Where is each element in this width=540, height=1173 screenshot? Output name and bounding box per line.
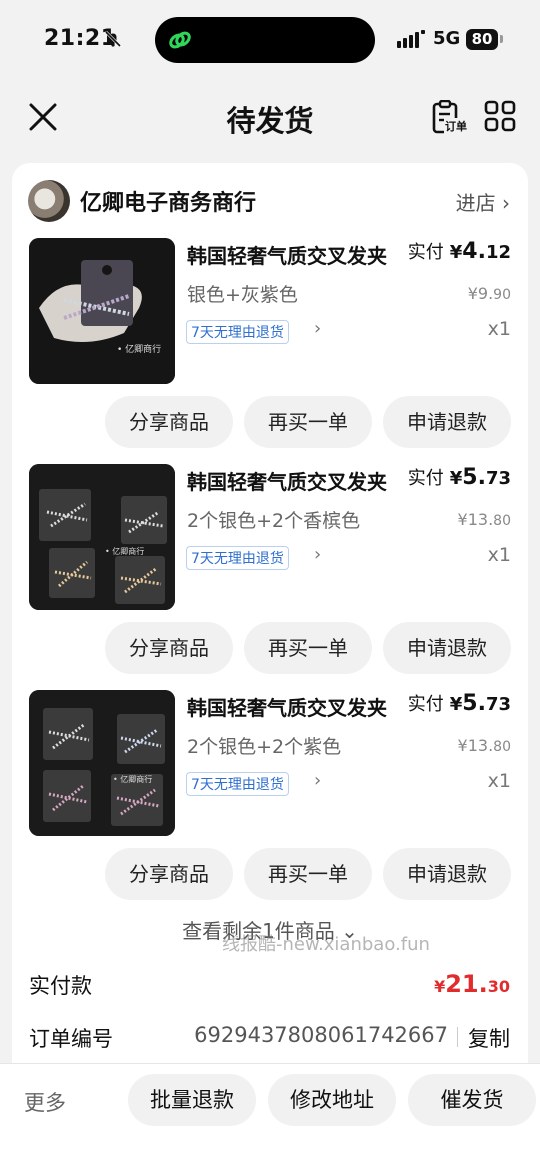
return-policy-badge[interactable]: 7天无理由退货 xyxy=(186,546,289,570)
shop-avatar[interactable] xyxy=(28,180,70,222)
order-item[interactable]: • 亿卿商行 韩国轻奢气质交叉发夹 实付 ¥5.73 2个银色+2个香槟色 ¥13… xyxy=(12,464,528,690)
share-product-button[interactable]: 分享商品 xyxy=(105,848,233,900)
product-variant: 银色+灰紫色 xyxy=(187,284,298,306)
share-product-button[interactable]: 分享商品 xyxy=(105,396,233,448)
battery-icon: 80 xyxy=(466,29,498,50)
product-title[interactable]: 韩国轻奢气质交叉发夹 xyxy=(187,240,397,269)
product-image[interactable]: • 亿卿商行 xyxy=(29,238,175,384)
paid-total-amount: ¥21.30 xyxy=(434,970,510,998)
original-price: ¥13.80 xyxy=(457,510,511,529)
paid-price: 实付 ¥5.73 xyxy=(407,465,511,490)
batch-refund-button[interactable]: 批量退款 xyxy=(128,1074,256,1126)
product-image-label: • 亿卿商行 xyxy=(105,546,144,556)
product-variant: 2个银色+2个紫色 xyxy=(187,736,342,758)
chevron-right-icon[interactable]: › xyxy=(314,544,321,565)
share-product-button[interactable]: 分享商品 xyxy=(105,622,233,674)
bottom-action-bar: 更多 批量退款 修改地址 催发货 xyxy=(0,1063,540,1173)
original-price: ¥13.80 xyxy=(457,736,511,755)
return-policy-badge[interactable]: 7天无理由退货 xyxy=(186,772,289,796)
order-number-label: 订单编号 xyxy=(29,1027,113,1051)
rebuy-button[interactable]: 再买一单 xyxy=(244,848,372,900)
paid-total-label: 实付款 xyxy=(29,974,92,998)
product-image-label: • 亿卿商行 xyxy=(117,343,161,355)
urge-shipping-button[interactable]: 催发货 xyxy=(408,1074,536,1126)
paid-price: 实付 ¥5.73 xyxy=(407,691,511,716)
order-item[interactable]: • 亿卿商行 韩国轻奢气质交叉发夹 实付 ¥5.73 2个银色+2个紫色 ¥13.… xyxy=(12,690,528,916)
battery-tip xyxy=(500,35,503,43)
product-image[interactable]: • 亿卿商行 xyxy=(29,464,175,610)
product-image-label: • 亿卿商行 xyxy=(113,774,152,784)
order-card: 亿卿电子商务商行 进店 › • 亿卿商行 韩国轻奢气质交叉发夹 实付 ¥4.12 … xyxy=(12,163,528,1063)
order-number: 6929437808061742667 xyxy=(194,1023,448,1047)
refund-request-button[interactable]: 申请退款 xyxy=(383,396,511,448)
quantity: x1 xyxy=(487,770,511,792)
return-policy-badge[interactable]: 7天无理由退货 xyxy=(186,320,289,344)
product-image[interactable]: • 亿卿商行 xyxy=(29,690,175,836)
original-price: ¥9.90 xyxy=(467,284,511,303)
order-item[interactable]: • 亿卿商行 韩国轻奢气质交叉发夹 实付 ¥4.12 银色+灰紫色 ¥9.90 7… xyxy=(12,238,528,464)
enter-shop-link[interactable]: 进店 › xyxy=(456,187,510,216)
app-link-icon xyxy=(169,31,191,49)
rebuy-button[interactable]: 再买一单 xyxy=(244,396,372,448)
mute-bell-icon xyxy=(104,30,122,48)
paid-price: 实付 ¥4.12 xyxy=(407,239,511,264)
edit-address-button[interactable]: 修改地址 xyxy=(268,1074,396,1126)
shop-name[interactable]: 亿卿电子商务商行 xyxy=(80,185,256,217)
chevron-right-icon[interactable]: › xyxy=(314,770,321,791)
more-button[interactable]: 更多 xyxy=(24,1087,66,1117)
signal-icon xyxy=(397,30,425,48)
copy-order-number-button[interactable]: 复制 xyxy=(468,1023,510,1053)
divider xyxy=(457,1027,458,1047)
dynamic-island xyxy=(155,17,375,63)
rebuy-button[interactable]: 再买一单 xyxy=(244,622,372,674)
product-variant: 2个银色+2个香槟色 xyxy=(187,510,361,532)
quantity: x1 xyxy=(487,544,511,566)
quantity: x1 xyxy=(487,318,511,340)
refund-request-button[interactable]: 申请退款 xyxy=(383,848,511,900)
product-title[interactable]: 韩国轻奢气质交叉发夹 xyxy=(187,692,397,721)
network-type: 5G xyxy=(433,28,461,49)
watermark: 线报酷-new.xianbao.fun xyxy=(222,934,430,955)
order-icon-label: 订单 xyxy=(444,118,468,134)
status-bar: 21:21 5G 80 xyxy=(0,0,540,80)
nav-bar: 待发货 订单 xyxy=(0,80,540,160)
chevron-right-icon[interactable]: › xyxy=(314,318,321,339)
grid-menu-icon[interactable] xyxy=(484,100,516,132)
product-title[interactable]: 韩国轻奢气质交叉发夹 xyxy=(187,466,397,495)
refund-request-button[interactable]: 申请退款 xyxy=(383,622,511,674)
